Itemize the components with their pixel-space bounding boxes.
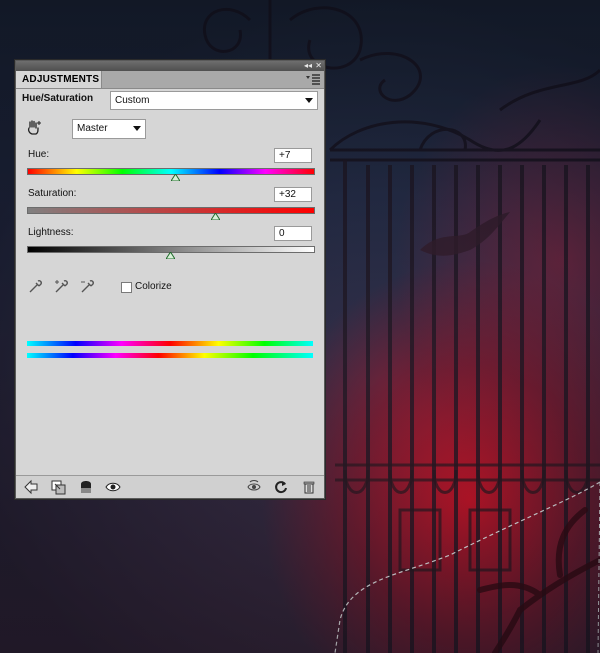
preset-dropdown[interactable]: Custom: [110, 91, 318, 110]
panel-footer: [16, 475, 324, 498]
clip-to-layer-icon[interactable]: [50, 479, 66, 495]
preset-value: Custom: [115, 95, 150, 106]
trash-icon[interactable]: [301, 479, 317, 495]
visibility-eye-icon[interactable]: [105, 479, 121, 495]
adjustment-title: Hue/Saturation: [22, 93, 94, 104]
tab-adjustments[interactable]: ADJUSTMENTS: [16, 71, 102, 88]
chevron-down-icon: [305, 98, 313, 103]
saturation-slider-track[interactable]: [27, 207, 315, 214]
saturation-label: Saturation:: [28, 188, 77, 199]
collapse-icon[interactable]: ◂◂: [304, 61, 312, 71]
lightness-value-field[interactable]: 0: [274, 226, 312, 241]
hue-label: Hue:: [28, 149, 50, 160]
eyedropper-plus-icon[interactable]: [53, 279, 69, 295]
channel-value: Master: [77, 123, 108, 134]
eyedropper-minus-icon[interactable]: [79, 279, 95, 295]
channel-dropdown[interactable]: Master: [72, 119, 146, 139]
hue-value-field[interactable]: +7: [274, 148, 312, 163]
adjustment-body: Master Hue: +7 Saturation: +32 Lightness…: [16, 113, 324, 413]
source-color-bar: [27, 341, 313, 346]
lightness-label: Lightness:: [28, 227, 74, 238]
colorize-checkbox[interactable]: [121, 282, 132, 293]
hue-slider-thumb[interactable]: [171, 174, 181, 181]
panel-titlebar: ◂◂ ✕: [16, 61, 324, 71]
colorize-label: Colorize: [135, 281, 172, 292]
return-to-list-icon[interactable]: [23, 479, 39, 495]
result-color-bar: [27, 353, 313, 358]
targeted-adjustment-hand-icon[interactable]: [25, 119, 43, 137]
layer-mask-icon[interactable]: [78, 479, 94, 495]
panel-tab-row: ADJUSTMENTS: [16, 71, 324, 89]
reset-icon[interactable]: [273, 479, 289, 495]
saturation-value-field[interactable]: +32: [274, 187, 312, 202]
eyedropper-icon[interactable]: [27, 279, 43, 295]
lightness-slider-thumb[interactable]: [165, 252, 175, 259]
chevron-down-icon: [133, 126, 141, 131]
adjustments-panel: ◂◂ ✕ ADJUSTMENTS Hue/Saturation Custom M…: [15, 60, 325, 499]
close-icon[interactable]: ✕: [315, 61, 322, 71]
view-previous-state-icon[interactable]: [246, 479, 262, 495]
adjustment-header: Hue/Saturation Custom: [16, 89, 324, 113]
saturation-slider-thumb[interactable]: [211, 213, 221, 220]
panel-menu-icon[interactable]: [306, 73, 320, 85]
